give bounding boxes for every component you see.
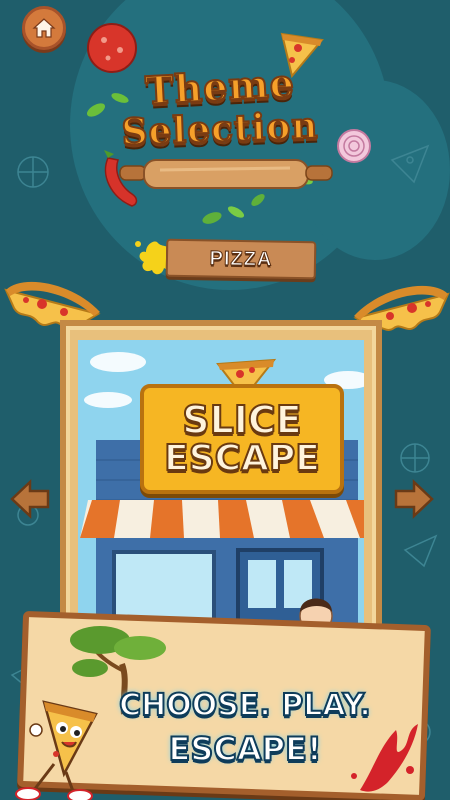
onion-icon [337, 129, 371, 163]
prev-theme-button[interactable] [8, 478, 52, 520]
banner-line1: CHOOSE. PLAY. [118, 687, 372, 724]
theme-name-board: PIZZA [165, 238, 317, 280]
game-title-line2: ESCAPE [163, 438, 321, 479]
screen-title: Theme Selection [100, 58, 340, 188]
arrow-right-icon [394, 479, 434, 519]
game-logo: SLICE ESCAPE [140, 384, 344, 494]
game-title-line1: SLICE [181, 398, 303, 442]
banner-line2: ESCAPE! [167, 729, 322, 769]
next-theme-button[interactable] [392, 478, 436, 520]
theme-selection-screen: Theme Selection PIZZA SLICE ESCAPE CHOOS… [0, 0, 450, 800]
title-line-selection: Selection [120, 104, 320, 155]
arrow-left-icon [10, 479, 50, 519]
theme-name-label: PIZZA [209, 246, 273, 271]
